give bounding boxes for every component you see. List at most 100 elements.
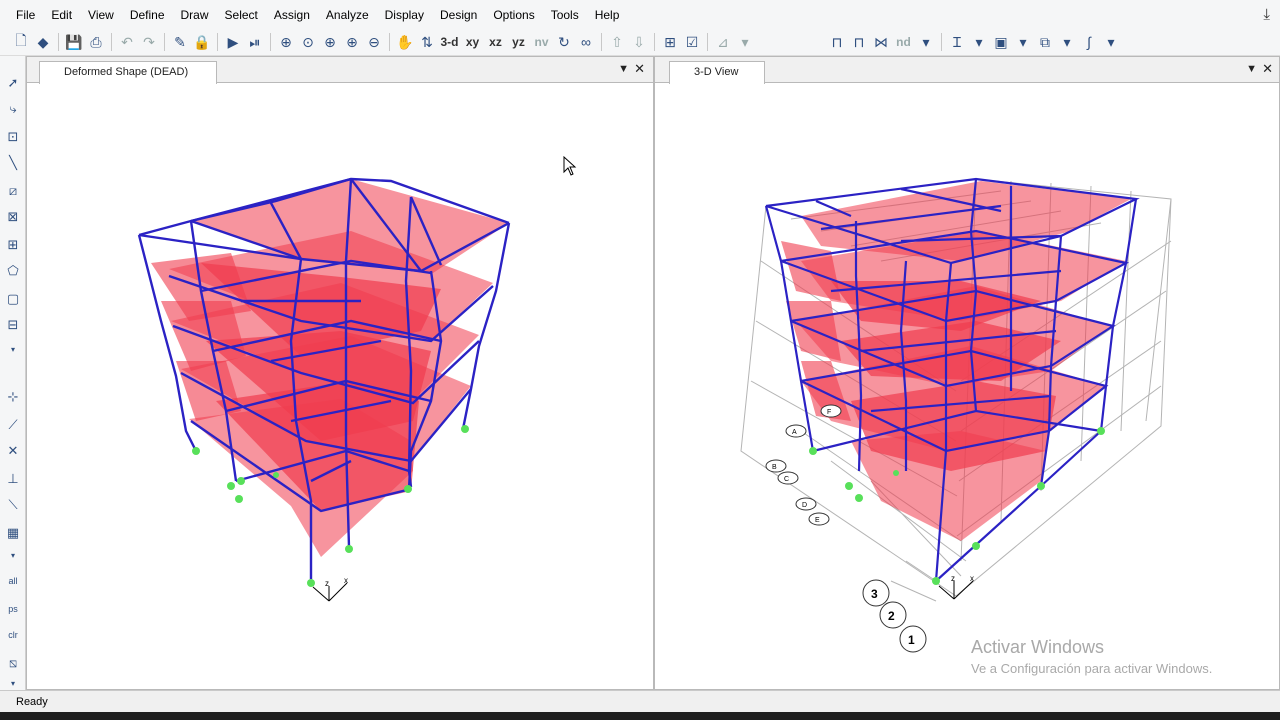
select-all-button[interactable]: all <box>3 570 23 592</box>
reshape-icon[interactable]: ⤷ <box>3 98 23 120</box>
menu-file[interactable]: File <box>8 8 43 22</box>
object-shrink-icon[interactable]: ⊞ <box>659 31 681 53</box>
3d-view-canvas[interactable]: 3 2 1 A B C D E F z x <box>655 83 1279 689</box>
close-icon[interactable]: ✕ <box>1262 61 1273 77</box>
menu-bar: File Edit View Define Draw Select Assign Analyz… <box>0 0 1280 29</box>
view-xz-button[interactable]: xz <box>484 31 507 53</box>
draw-quick-area-icon[interactable]: ⊟ <box>3 314 23 336</box>
draw-frame-icon[interactable]: ⊓ <box>826 31 848 53</box>
grid-bubble-label: E <box>815 517 820 524</box>
pan-icon[interactable]: ✋ <box>394 31 416 53</box>
menu-select[interactable]: Select <box>217 8 266 22</box>
intersecting-line-icon[interactable]: ⧅ <box>3 652 23 674</box>
chevron-down-icon[interactable]: ▼ <box>618 63 629 75</box>
zoom-in-icon[interactable]: ⊕ <box>341 31 363 53</box>
zoom-window-icon[interactable]: ⊕ <box>275 31 297 53</box>
chevron-down-icon[interactable]: ▾ <box>1100 31 1122 53</box>
load-pattern-icon[interactable]: ⧉ <box>1034 31 1056 53</box>
draw-poly-area-icon[interactable]: ⬠ <box>3 260 23 282</box>
menu-view[interactable]: View <box>80 8 122 22</box>
menu-tools[interactable]: Tools <box>543 8 587 22</box>
snap-intersect-icon[interactable]: ✕ <box>3 440 23 462</box>
toolbar-separator <box>217 33 218 51</box>
draw-rect-area-icon[interactable]: ▢ <box>3 288 23 310</box>
run-step-icon[interactable]: ⏯ <box>244 31 266 53</box>
zoom-out-icon[interactable]: ⊖ <box>363 31 385 53</box>
view-3d-button[interactable]: 3-d <box>438 31 461 53</box>
menu-analyze[interactable]: Analyze <box>318 8 377 22</box>
menu-design[interactable]: Design <box>432 8 485 22</box>
close-icon[interactable]: ✕ <box>634 61 645 77</box>
undo-icon[interactable]: ↶ <box>116 31 138 53</box>
snap-extension-icon[interactable]: ⟍ <box>3 494 23 516</box>
view-nd-button[interactable]: nd <box>892 31 915 53</box>
snap-line-icon[interactable]: ⟋ <box>3 414 23 436</box>
select-pointer-icon[interactable]: ➚ <box>3 72 23 94</box>
snap-joint-icon[interactable]: ⊹ <box>3 386 23 408</box>
draw-line-icon[interactable]: ╲ <box>3 152 23 174</box>
draw-frame-alt-icon[interactable]: ⊓ <box>848 31 870 53</box>
edit-pencil-icon[interactable]: ✎ <box>169 31 191 53</box>
menu-display[interactable]: Display <box>377 8 432 22</box>
grid-bubble-label: 2 <box>888 609 895 623</box>
deformed-shape-tab[interactable]: Deformed Shape (DEAD) <box>39 61 217 84</box>
view-nv-button[interactable]: nv <box>530 31 553 53</box>
chevron-down-icon[interactable]: ▾ <box>3 544 23 566</box>
check-icon[interactable]: ☑ <box>681 31 703 53</box>
menu-assign[interactable]: Assign <box>266 8 318 22</box>
move-down-icon[interactable]: ⇩ <box>628 31 650 53</box>
toolbar-separator <box>941 33 942 51</box>
chevron-down-icon[interactable]: ▾ <box>968 31 990 53</box>
rotate-view-icon[interactable]: ↻ <box>553 31 575 53</box>
menu-draw[interactable]: Draw <box>173 8 217 22</box>
3d-view-window[interactable]: 3-D View ▼ ✕ 3 2 1 A B C D E F z x Activ… <box>654 56 1280 690</box>
zoom-fit-icon[interactable]: ⊕ <box>319 31 341 53</box>
clear-select-button[interactable]: clr <box>3 624 23 646</box>
save-icon[interactable]: 💾 <box>63 31 85 53</box>
toolbar-separator <box>601 33 602 51</box>
new-model-icon[interactable]: 🗋 <box>10 31 32 53</box>
menu-options[interactable]: Options <box>485 8 542 22</box>
draw-diagonal-icon[interactable]: ⧄ <box>3 180 23 202</box>
deformed-shape-window[interactable]: Deformed Shape (DEAD) ▼ ✕ z x <box>26 56 654 690</box>
perspective-icon[interactable]: ∞ <box>575 31 597 53</box>
menu-edit[interactable]: Edit <box>43 8 80 22</box>
chevron-down-icon[interactable]: ▾ <box>1056 31 1078 53</box>
previous-select-button[interactable]: ps <box>3 598 23 620</box>
move-up-icon[interactable]: ⇧ <box>606 31 628 53</box>
snap-perpendicular-icon[interactable]: ⊥ <box>3 468 23 490</box>
run-analysis-icon[interactable]: ▶ <box>222 31 244 53</box>
activation-watermark-text: Ve a Configuración para activar Windows. <box>971 661 1213 676</box>
view-xy-button[interactable]: xy <box>461 31 484 53</box>
redo-icon[interactable]: ↷ <box>138 31 160 53</box>
window-tab-bar: Deformed Shape (DEAD) ▼ ✕ <box>27 57 653 84</box>
download-icon[interactable]: ⤓ <box>1263 6 1270 23</box>
function-icon[interactable]: ∫ <box>1078 31 1100 53</box>
snap-grid-icon[interactable]: ▦ <box>3 522 23 544</box>
chevron-down-icon[interactable]: ▾ <box>915 31 937 53</box>
draw-brace-icon[interactable]: ⋈ <box>870 31 892 53</box>
chevron-down-icon[interactable]: ▾ <box>3 338 23 360</box>
display-options-icon[interactable]: ⊿ <box>712 31 734 53</box>
os-taskbar <box>0 712 1280 720</box>
chevron-down-icon[interactable]: ▾ <box>734 31 756 53</box>
open-icon[interactable]: ◆ <box>32 31 54 53</box>
chevron-down-icon[interactable]: ▼ <box>1246 63 1257 75</box>
rotate-icon[interactable]: ⇅ <box>416 31 438 53</box>
section-icon[interactable]: Ɪ <box>946 31 968 53</box>
draw-cross-icon[interactable]: ⊠ <box>3 206 23 228</box>
print-icon[interactable]: ⎙ <box>85 31 107 53</box>
deformed-shape-canvas[interactable]: z x <box>27 83 653 689</box>
draw-joint-icon[interactable]: ⊡ <box>3 126 23 148</box>
zoom-restore-icon[interactable]: ⊙ <box>297 31 319 53</box>
window-tab-bar: 3-D View ▼ ✕ <box>655 57 1279 84</box>
menu-help[interactable]: Help <box>587 8 628 22</box>
chevron-down-icon[interactable]: ▾ <box>1012 31 1034 53</box>
draw-grid-icon[interactable]: ⊞ <box>3 234 23 256</box>
grid-bubble-label: D <box>802 502 807 509</box>
lock-icon[interactable]: 🔒 <box>191 31 213 53</box>
3d-view-tab[interactable]: 3-D View <box>669 61 765 84</box>
menu-define[interactable]: Define <box>122 8 173 22</box>
view-yz-button[interactable]: yz <box>507 31 530 53</box>
area-section-icon[interactable]: ▣ <box>990 31 1012 53</box>
